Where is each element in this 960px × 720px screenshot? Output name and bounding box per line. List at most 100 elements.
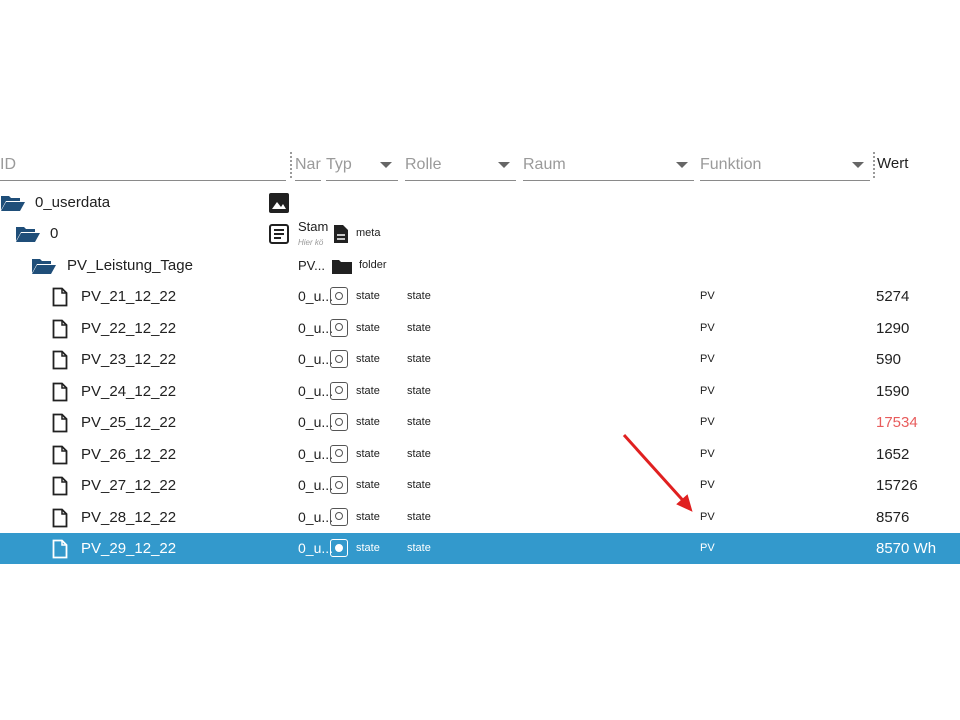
state-function: PV xyxy=(700,321,715,334)
state-name: 0_u... xyxy=(298,414,334,430)
rolle-filter-select[interactable]: Rolle xyxy=(405,150,516,181)
folder-name: PV... xyxy=(298,258,325,273)
state-role: state xyxy=(407,290,431,302)
state-function: PV xyxy=(700,542,715,554)
folder-open-icon[interactable] xyxy=(31,256,57,276)
state-role: state xyxy=(407,447,431,460)
state-row[interactable]: PV_26_12_22 0_u... state state PV 1652 xyxy=(0,439,960,470)
folder-open-icon[interactable] xyxy=(0,193,26,213)
state-icon xyxy=(330,444,348,463)
file-icon xyxy=(52,413,68,433)
state-id: PV_23_12_22 xyxy=(81,351,177,368)
state-function: PV xyxy=(700,510,715,523)
state-value[interactable]: 1290 xyxy=(876,313,909,344)
state-value[interactable]: 1652 xyxy=(876,439,909,470)
file-icon xyxy=(52,476,68,496)
state-function: PV xyxy=(700,290,715,302)
state-name: 0_u... xyxy=(298,351,334,367)
typ-filter-label: Typ xyxy=(326,156,352,173)
state-role: state xyxy=(407,321,431,334)
state-function: PV xyxy=(700,447,715,460)
state-row[interactable]: PV_22_12_22 0_u... state state PV 1290 xyxy=(0,313,960,344)
state-name: 0_u... xyxy=(298,319,334,336)
state-value[interactable]: 8570 Wh xyxy=(876,533,936,564)
file-icon xyxy=(52,287,68,307)
state-name: 0_u... xyxy=(298,445,334,462)
state-value[interactable]: 8576 xyxy=(876,502,909,533)
rolle-filter-label: Rolle xyxy=(405,156,442,173)
name-filter-placeholder: Nar xyxy=(295,156,321,173)
state-type: state xyxy=(356,416,380,428)
state-id: PV_24_12_22 xyxy=(81,382,177,400)
state-type: state xyxy=(356,479,380,491)
state-function: PV xyxy=(700,416,715,428)
state-value[interactable]: 17534 xyxy=(876,407,918,438)
tree-row-root[interactable]: 0_userdata xyxy=(0,187,960,218)
state-id: PV_27_12_22 xyxy=(81,477,177,494)
file-icon xyxy=(52,382,68,401)
state-type: state xyxy=(356,542,380,554)
state-name: 0_u... xyxy=(298,477,334,493)
state-id: PV_29_12_22 xyxy=(81,540,177,557)
state-icon xyxy=(330,381,348,400)
state-id: PV_28_12_22 xyxy=(81,508,177,526)
chevron-down-icon xyxy=(852,162,864,168)
state-type: state xyxy=(356,321,380,334)
state-id: PV_26_12_22 xyxy=(81,445,177,463)
state-value[interactable]: 5274 xyxy=(876,281,909,312)
state-row[interactable]: PV_28_12_22 0_u... state state PV 8576 xyxy=(0,502,960,533)
raum-filter-select[interactable]: Raum xyxy=(523,150,694,181)
state-value[interactable]: 590 xyxy=(876,344,901,375)
id-filter-placeholder: ID xyxy=(0,156,16,173)
tree-label-instance: 0 xyxy=(50,225,59,242)
state-name: 0_u... xyxy=(298,508,334,525)
chevron-down-icon xyxy=(676,162,688,168)
file-icon xyxy=(52,445,68,464)
state-role: state xyxy=(407,542,431,554)
state-icon xyxy=(330,287,348,305)
state-id: PV_21_12_22 xyxy=(81,288,177,305)
state-role: state xyxy=(407,416,431,428)
state-function: PV xyxy=(700,353,715,365)
state-icon xyxy=(330,507,348,526)
id-filter-input[interactable]: ID xyxy=(0,150,286,181)
instance-type: meta xyxy=(356,227,381,239)
state-row[interactable]: PV_24_12_22 0_u... state state PV 1590 xyxy=(0,376,960,407)
tree-row-folder[interactable]: PV_Leistung_Tage PV... folder xyxy=(0,250,960,281)
tree-row-instance[interactable]: 0 Stam Hier kö meta xyxy=(0,218,960,249)
state-icon xyxy=(330,350,348,368)
state-row[interactable]: PV_21_12_22 0_u... state state PV 5274 xyxy=(0,281,960,312)
state-icon xyxy=(330,539,348,557)
folder-type: folder xyxy=(359,259,387,271)
folder-open-icon[interactable] xyxy=(15,224,41,244)
state-type: state xyxy=(356,447,380,460)
tree-label-root: 0_userdata xyxy=(35,194,111,211)
state-value[interactable]: 1590 xyxy=(876,376,909,407)
state-row[interactable]: PV_27_12_22 0_u... state state PV 15726 xyxy=(0,470,960,501)
folder-icon xyxy=(332,260,352,274)
document-icon[interactable] xyxy=(268,223,290,245)
state-name: 0_u... xyxy=(298,288,334,304)
annotation-arrow-icon xyxy=(622,433,693,512)
state-name: 0_u... xyxy=(298,540,334,556)
column-resize-handle[interactable] xyxy=(873,152,875,178)
state-row[interactable]: PV_25_12_22 0_u... state state PV 17534 xyxy=(0,407,960,438)
raum-filter-label: Raum xyxy=(523,156,566,173)
state-row[interactable]: PV_29_12_22 0_u... state state PV 8570 Wh xyxy=(0,533,960,564)
file-icon xyxy=(52,350,68,370)
file-icon xyxy=(52,508,68,527)
typ-filter-select[interactable]: Typ xyxy=(326,150,398,181)
state-role: state xyxy=(407,384,431,397)
state-id: PV_25_12_22 xyxy=(81,414,177,431)
funktion-filter-label: Funktion xyxy=(700,156,762,173)
state-row[interactable]: PV_23_12_22 0_u... state state PV 590 xyxy=(0,344,960,375)
column-resize-handle[interactable] xyxy=(290,152,292,178)
state-icon xyxy=(330,476,348,494)
image-icon[interactable] xyxy=(268,192,290,214)
state-role: state xyxy=(407,353,431,365)
tree-label-folder: PV_Leistung_Tage xyxy=(67,257,193,274)
state-value[interactable]: 15726 xyxy=(876,470,918,501)
name-filter-input[interactable]: Nar xyxy=(295,150,321,181)
chevron-down-icon xyxy=(498,162,510,168)
funktion-filter-select[interactable]: Funktion xyxy=(700,150,870,181)
